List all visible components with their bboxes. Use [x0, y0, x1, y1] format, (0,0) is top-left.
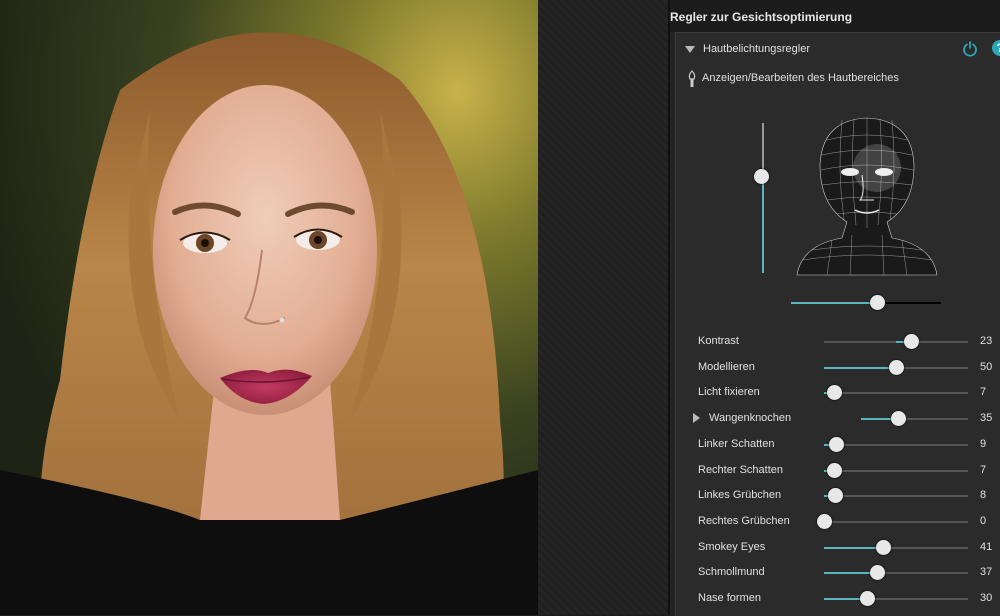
slider-label: Wangenknochen [709, 412, 792, 425]
slider-value: 23 [980, 335, 993, 347]
slider-value: 41 [980, 540, 993, 553]
skin-brush-icon[interactable] [686, 70, 698, 88]
slider-track[interactable] [824, 495, 968, 498]
slider-label: Modellieren [698, 360, 755, 373]
slider-handle[interactable] [826, 462, 842, 478]
slider-track[interactable] [824, 392, 968, 395]
slider-handle[interactable] [875, 539, 891, 555]
slider-row: Wangenknochen 35 [676, 408, 1000, 430]
slider-track[interactable] [824, 443, 968, 446]
slider-label: Rechtes Grübchen [698, 514, 790, 527]
skin-area-label: Anzeigen/Bearbeiten des Hautbereiches [702, 72, 899, 84]
triangle-right-icon[interactable] [693, 413, 700, 424]
slider-handle[interactable] [816, 513, 832, 529]
slider-handle[interactable] [829, 436, 845, 452]
slider-label: Linker Schatten [698, 437, 775, 450]
canvas-background [538, 0, 668, 615]
slider-value: 37 [980, 566, 993, 579]
slider-handle[interactable] [890, 411, 906, 427]
slider-value: 9 [980, 437, 987, 450]
face-optimization-panel: Regler zur Gesichtsoptimierung Hautbelic… [670, 0, 1000, 616]
slider-row: Rechter Schatten 7 [676, 460, 1000, 482]
slider-handle[interactable] [859, 591, 875, 606]
slider-handle[interactable] [904, 334, 920, 349]
slider-label: Linkes Grübchen [698, 489, 782, 502]
slider-value: 7 [980, 386, 987, 399]
horizontal-exposure-handle[interactable] [869, 295, 885, 310]
slider-label: Smokey Eyes [698, 540, 766, 553]
slider-row: Nase formen 30 [676, 588, 1000, 610]
help-icon[interactable]: ? [992, 40, 1000, 56]
slider-label: Schmollmund [698, 566, 765, 579]
slider-row: Linker Schatten 9 [676, 434, 1000, 456]
vertical-exposure-fill [762, 175, 764, 273]
slider-label: Kontrast [698, 335, 739, 347]
triangle-down-icon[interactable] [685, 46, 695, 53]
slider-row: Kontrast 23 [676, 331, 1000, 353]
skin-exposure-section: Hautbelichtungsregler ? Anzeigen/Bearbei… [675, 32, 1000, 616]
slider-handle[interactable] [828, 488, 844, 504]
panel-title: Regler zur Gesichtsoptimierung [670, 0, 1000, 32]
power-icon[interactable] [962, 41, 978, 57]
slider-value: 0 [980, 514, 987, 527]
slider-row: Schmollmund 37 [676, 562, 1000, 584]
slider-fill [824, 546, 884, 549]
horizontal-exposure-fill [791, 302, 877, 304]
slider-track[interactable] [824, 469, 968, 472]
face-exposure-control [676, 113, 1000, 313]
slider-value: 8 [980, 489, 987, 502]
slider-row: Modellieren 50 [676, 357, 1000, 379]
slider-label: Rechter Schatten [698, 463, 783, 476]
section-label: Hautbelichtungsregler [703, 43, 811, 55]
slider-row: Rechtes Grübchen 0 [676, 511, 1000, 533]
slider-label: Licht fixieren [698, 386, 760, 399]
slider-track[interactable] [824, 520, 968, 523]
slider-value: 7 [980, 463, 987, 476]
slider-handle[interactable] [826, 385, 842, 401]
panel-title-text: Regler zur Gesichtsoptimierung [670, 10, 853, 24]
portrait-illustration [0, 32, 538, 615]
portrait-photo [0, 0, 538, 615]
slider-row: Linkes Grübchen 8 [676, 485, 1000, 507]
vertical-exposure-handle[interactable] [754, 168, 769, 184]
section-header[interactable]: Hautbelichtungsregler ? [676, 39, 1000, 61]
slider-value: 35 [980, 412, 993, 425]
face-mesh-icon [796, 117, 938, 276]
slider-value: 50 [980, 360, 993, 373]
slider-label: Nase formen [698, 592, 761, 604]
slider-value: 30 [980, 592, 993, 604]
slider-handle[interactable] [888, 359, 904, 375]
slider-handle[interactable] [869, 565, 885, 581]
slider-fill [824, 366, 896, 369]
slider-row: Licht fixieren 7 [676, 382, 1000, 404]
slider-row: Smokey Eyes 41 [676, 537, 1000, 559]
